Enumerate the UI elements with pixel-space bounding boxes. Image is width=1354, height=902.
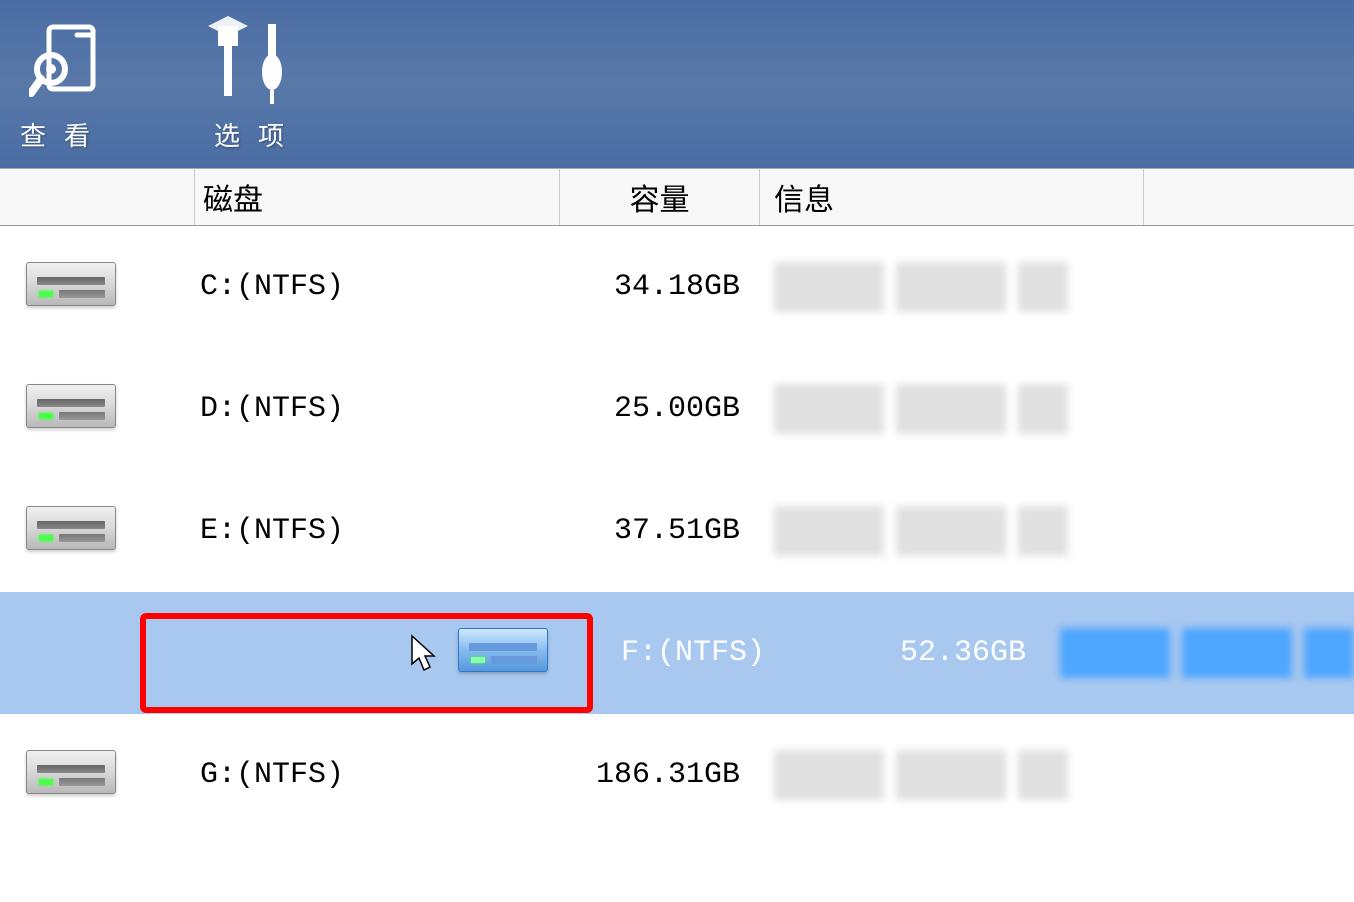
- disk-label: E:(NTFS): [130, 514, 560, 548]
- options-label: 选项: [214, 116, 302, 153]
- disk-info: [1046, 628, 1354, 678]
- toolbar: 查看 选项: [0, 0, 1354, 168]
- disk-info: [760, 384, 1110, 434]
- header-end-column[interactable]: [1144, 169, 1354, 225]
- disk-label: F:(NTFS): [551, 636, 891, 670]
- drive-icon: [26, 506, 116, 556]
- disk-info: [760, 750, 1110, 800]
- disk-capacity: 25.00GB: [560, 392, 760, 426]
- drive-icon: [26, 384, 116, 434]
- drive-icon: [458, 628, 548, 678]
- view-label: 查看: [20, 116, 108, 153]
- disk-label: G:(NTFS): [130, 758, 560, 792]
- disk-capacity: 52.36GB: [891, 636, 1046, 670]
- disk-list: C:(NTFS)34.18GBD:(NTFS)25.00GBE:(NTFS)37…: [0, 226, 1354, 836]
- disk-label: C:(NTFS): [130, 270, 560, 304]
- disk-capacity: 34.18GB: [560, 270, 760, 304]
- header-disk-column[interactable]: 磁盘: [195, 169, 560, 225]
- disk-capacity: 37.51GB: [560, 514, 760, 548]
- disk-row[interactable]: E:(NTFS)37.51GB: [0, 470, 1354, 592]
- header-info-column[interactable]: 信息: [760, 169, 1144, 225]
- disk-info: [760, 506, 1110, 556]
- options-button[interactable]: 选项: [208, 16, 308, 153]
- disk-row[interactable]: G:(NTFS)186.31GB: [0, 714, 1354, 836]
- disk-row[interactable]: C:(NTFS)34.18GB: [0, 226, 1354, 348]
- disk-label: D:(NTFS): [130, 392, 560, 426]
- column-headers: 磁盘 容量 信息: [0, 168, 1354, 226]
- header-icon-column[interactable]: [0, 169, 195, 225]
- disk-row[interactable]: F:(NTFS)52.36GB: [0, 592, 1354, 714]
- cursor-icon: [410, 634, 440, 676]
- drive-icon: [26, 262, 116, 312]
- options-icon: [208, 16, 308, 106]
- disk-capacity: 186.31GB: [560, 758, 760, 792]
- disk-info: [760, 262, 1110, 312]
- drive-icon: [26, 750, 116, 800]
- disk-row[interactable]: D:(NTFS)25.00GB: [0, 348, 1354, 470]
- view-icon: [29, 16, 99, 106]
- header-capacity-column[interactable]: 容量: [560, 169, 760, 225]
- view-button[interactable]: 查看: [20, 16, 108, 153]
